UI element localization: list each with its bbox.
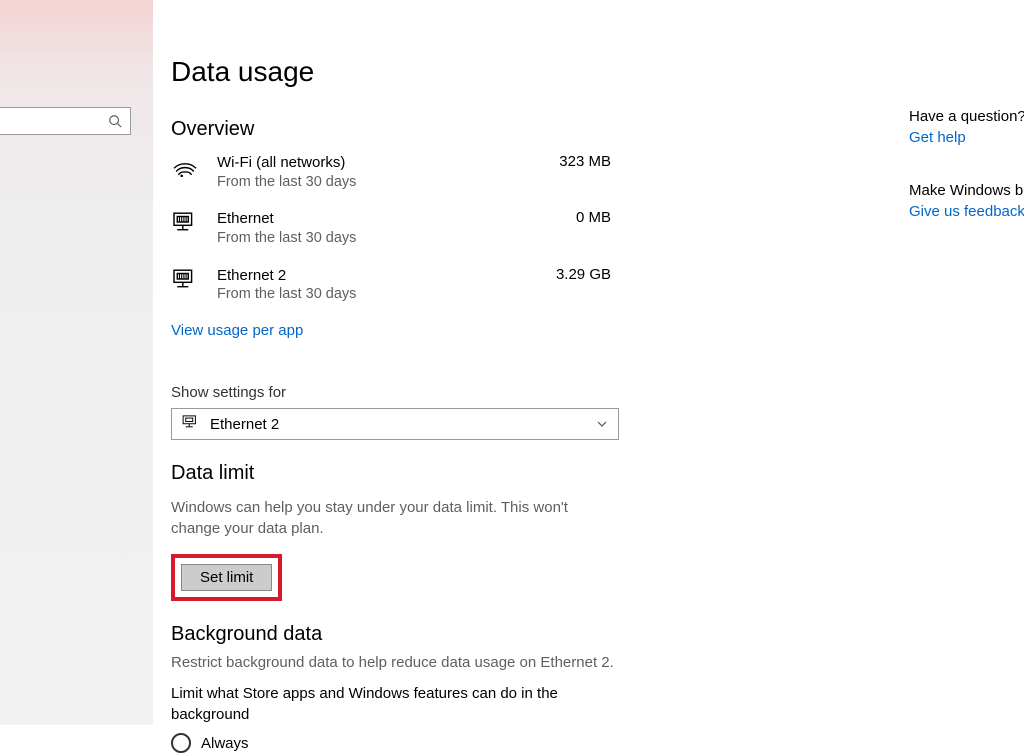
sidebar <box>0 0 153 725</box>
main-content: Data usage Overview Wi-Fi (all networks)… <box>153 0 909 725</box>
question-heading: Have a question? <box>909 108 1024 125</box>
overview-heading: Overview <box>171 118 891 141</box>
overview-item: Ethernet From the last 30 days 0 MB <box>171 209 611 247</box>
ethernet-icon <box>171 268 199 295</box>
overview-list: Wi-Fi (all networks) From the last 30 da… <box>171 153 891 304</box>
background-data-description: Restrict background data to help reduce … <box>171 652 891 673</box>
chevron-down-icon <box>596 418 608 430</box>
radio-label: Always <box>201 735 249 752</box>
overview-item-sub: From the last 30 days <box>217 285 531 304</box>
radio-circle-icon <box>171 733 191 753</box>
highlight-box: Set limit <box>171 554 282 601</box>
feedback-link[interactable]: Give us feedback <box>909 203 1024 220</box>
overview-item-name: Wi-Fi (all networks) <box>217 153 531 173</box>
overview-item-sub: From the last 30 days <box>217 229 531 248</box>
search-input[interactable] <box>0 107 131 135</box>
show-settings-for-label: Show settings for <box>171 384 891 401</box>
overview-item-name: Ethernet <box>217 209 531 229</box>
page-title: Data usage <box>171 56 891 88</box>
dropdown-selected: Ethernet 2 <box>210 416 596 433</box>
better-heading: Make Windows better <box>909 182 1024 199</box>
view-usage-per-app-link[interactable]: View usage per app <box>171 322 303 339</box>
data-limit-description: Windows can help you stay under your dat… <box>171 497 591 539</box>
get-help-link[interactable]: Get help <box>909 129 1024 146</box>
overview-item-value: 3.29 GB <box>531 266 611 283</box>
background-data-sub: Limit what Store apps and Windows featur… <box>171 683 571 725</box>
ethernet-icon <box>171 211 199 238</box>
radio-option[interactable]: Always <box>171 733 891 753</box>
overview-item: Wi-Fi (all networks) From the last 30 da… <box>171 153 611 191</box>
ethernet-icon <box>182 415 200 434</box>
right-panel: Have a question? Get help Make Windows b… <box>909 0 1024 725</box>
set-limit-button[interactable]: Set limit <box>181 564 272 591</box>
wifi-icon <box>171 155 199 182</box>
overview-item-value: 323 MB <box>531 153 611 170</box>
overview-item-sub: From the last 30 days <box>217 173 531 192</box>
overview-item: Ethernet 2 From the last 30 days 3.29 GB <box>171 266 611 304</box>
overview-item-name: Ethernet 2 <box>217 266 531 286</box>
background-data-heading: Background data <box>171 623 891 646</box>
data-limit-heading: Data limit <box>171 462 891 485</box>
search-icon <box>108 114 122 128</box>
settings-for-dropdown[interactable]: Ethernet 2 <box>171 408 619 440</box>
overview-item-value: 0 MB <box>531 209 611 226</box>
